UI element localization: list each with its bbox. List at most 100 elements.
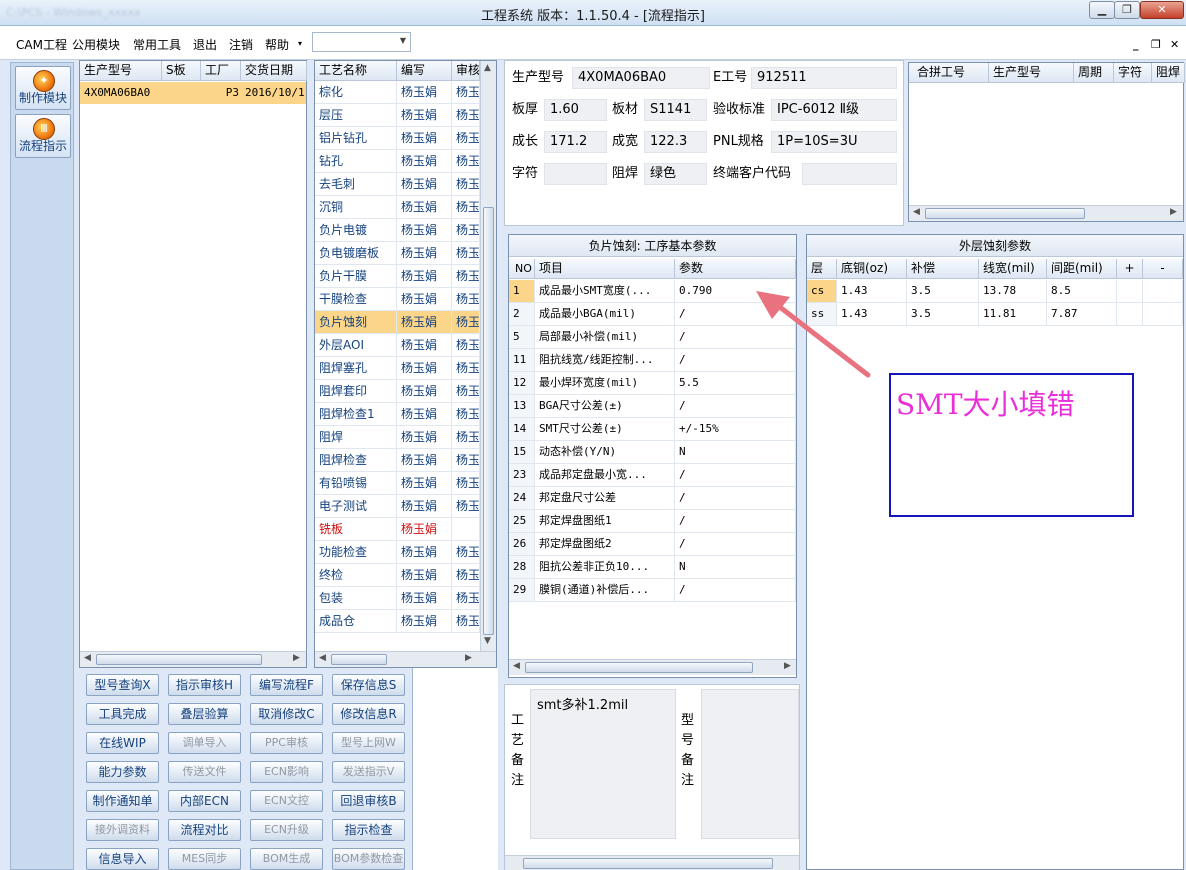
table-row[interactable]: 层压 杨玉娟 杨玉 [315,104,480,127]
function-button[interactable]: 在线WIP [86,732,159,754]
table-row[interactable]: 28 阻抗公差非正负10... N [509,556,796,579]
etch-header-item[interactable]: 项目 [535,259,675,279]
scroll-left-icon[interactable]: ◀ [513,661,520,671]
field-solder[interactable]: 绿色 [644,163,707,185]
maximize-button[interactable]: ❐ [1114,1,1140,19]
function-button[interactable]: BOM参数检查 [332,848,405,870]
table-row[interactable]: 4X0MA06BA0 P3 2016/10/1 [80,82,306,104]
table-row[interactable]: 终检 杨玉娟 杨玉 [315,564,480,587]
close-button[interactable]: ✕ [1140,1,1184,19]
merge-header-model[interactable]: 生产型号 [989,63,1074,83]
table-row[interactable]: 26 邦定焊盘图纸2/ [509,533,796,556]
table-row[interactable]: 25 邦定焊盘图纸1/ [509,510,796,533]
function-button[interactable]: ECN影响 [250,761,323,783]
field-e-eng[interactable]: 912511 [751,67,897,89]
scroll-thumb[interactable] [483,207,494,635]
table-row[interactable]: 去毛刺 杨玉娟 杨玉 [315,173,480,196]
table-row[interactable]: 15 动态补偿(Y/N) N [509,441,796,464]
function-button[interactable]: 内部ECN [168,790,241,812]
function-button[interactable]: 信息导入 [86,848,159,870]
module-button-flow[interactable]: Ⅲ 流程指示 [15,114,71,158]
etch-grid-hscrollbar[interactable]: ◀ ▶ [509,659,796,675]
table-row[interactable]: 阻焊检查 杨玉娟 杨玉 [315,449,480,472]
outer-etch-header-cell[interactable]: 底铜(oz) [837,259,907,279]
function-button[interactable]: 传送文件 [168,761,241,783]
function-button[interactable]: 制作通知单 [86,790,159,812]
table-row[interactable]: 阻焊套印 杨玉娟 杨玉 [315,380,480,403]
table-row[interactable]: 成品仓 杨玉娟 杨玉 [315,610,480,633]
table-row[interactable]: 负片电镀 杨玉娟 杨玉 [315,219,480,242]
order-header-date[interactable]: 交货日期 [241,61,307,81]
function-button[interactable]: 保存信息S [332,674,405,696]
menu-overflow-icon[interactable]: ▾ [298,39,302,48]
scroll-left-icon[interactable]: ◀ [913,207,920,217]
table-row[interactable]: 负电镀磨板 杨玉娟 杨玉 [315,242,480,265]
table-row[interactable]: 14 SMT尺寸公差(±) +/-15% [509,418,796,441]
function-button[interactable]: 指示审核H [168,674,241,696]
scroll-right-icon[interactable]: ▶ [293,653,300,663]
scroll-down-icon[interactable]: ▼ [484,636,491,646]
module-button-make[interactable]: ✦ 制作模块 [15,66,71,110]
order-header-s[interactable]: S板 [162,61,201,81]
minimize-button[interactable]: ▁ [1089,1,1115,19]
field-acceptance[interactable]: IPC-6012 Ⅱ级 [771,99,897,121]
model-remark-textarea[interactable] [701,689,799,839]
function-button[interactable]: 接外调资料 [86,819,159,841]
outer-etch-header-cell[interactable]: 层 [807,259,837,279]
scroll-thumb[interactable] [96,654,262,665]
outer-etch-header-cell[interactable]: - [1143,259,1183,279]
outer-etch-header-cell[interactable]: 线宽(mil) [979,259,1047,279]
menu-logout[interactable]: 注销 [229,36,253,53]
mdi-close-icon[interactable]: ✕ [1170,38,1179,51]
field-length[interactable]: 171.2 [544,131,607,153]
function-button[interactable]: 回退审核B [332,790,405,812]
scroll-left-icon[interactable]: ◀ [319,653,326,663]
process-grid-vscrollbar[interactable]: ▲ ▼ [480,61,496,651]
scroll-thumb[interactable] [525,662,753,673]
outer-etch-header-cell[interactable]: 间距(mil) [1047,259,1117,279]
order-header-factory[interactable]: 工厂 [201,61,241,81]
function-button[interactable]: 指示检查 [332,819,405,841]
function-button[interactable]: 取消修改C [250,703,323,725]
table-row[interactable]: 电子测试 杨玉娟 杨玉 [315,495,480,518]
table-row[interactable]: 功能检查 杨玉娟 杨玉 [315,541,480,564]
menu-exit[interactable]: 退出 [193,36,217,53]
function-button[interactable]: 叠层验算 [168,703,241,725]
process-header-name[interactable]: 工艺名称 [315,61,397,81]
outer-etch-header-cell[interactable]: + [1117,259,1143,279]
table-row[interactable]: 13 BGA尺寸公差(±) / [509,395,796,418]
merge-grid-hscrollbar[interactable]: ◀ ▶ [909,205,1183,221]
menu-public[interactable]: 公用模块 [72,36,120,53]
function-button[interactable]: 流程对比 [168,819,241,841]
grid-splitter[interactable] [307,60,314,668]
field-thickness[interactable]: 1.60 [544,99,607,121]
scroll-right-icon[interactable]: ▶ [784,661,791,671]
merge-header-job[interactable]: 合拼工号 [909,63,989,83]
function-button[interactable]: 型号查询X [86,674,159,696]
field-cust-code[interactable] [802,163,897,185]
process-remark-textarea[interactable]: smt多补1.2mil [530,689,676,839]
etch-header-no[interactable]: NO [509,259,535,279]
field-width[interactable]: 122.3 [644,131,707,153]
function-button[interactable]: BOM生成 [250,848,323,870]
scroll-thumb[interactable] [925,208,1085,219]
menu-cam[interactable]: CAM工程 [16,36,67,53]
function-button[interactable]: MES同步 [168,848,241,870]
scroll-thumb[interactable] [523,858,773,869]
table-row[interactable]: 阻焊塞孔 杨玉娟 杨玉 [315,357,480,380]
outer-etch-header-cell[interactable]: 补偿 [907,259,979,279]
function-button[interactable]: 能力参数 [86,761,159,783]
function-button[interactable]: 型号上网W [332,732,405,754]
scroll-left-icon[interactable]: ◀ [84,653,91,663]
table-row[interactable]: 阻焊检查1 杨玉娟 杨玉 [315,403,480,426]
menu-tools[interactable]: 常用工具 [133,36,181,53]
table-row[interactable]: 干膜检查 杨玉娟 杨玉 [315,288,480,311]
menu-combo[interactable]: ▼ [312,32,411,52]
order-header-model[interactable]: 生产型号 [80,61,162,81]
merge-header-solder[interactable]: 阻焊 [1152,63,1185,83]
table-row[interactable]: 29 膜铜(通道)补偿后... / [509,579,796,602]
function-button[interactable]: ECN升级 [250,819,323,841]
scroll-thumb[interactable] [331,654,387,665]
table-row[interactable]: 24 邦定盘尺寸公差 / [509,487,796,510]
etch-header-param[interactable]: 参数 [675,259,796,279]
